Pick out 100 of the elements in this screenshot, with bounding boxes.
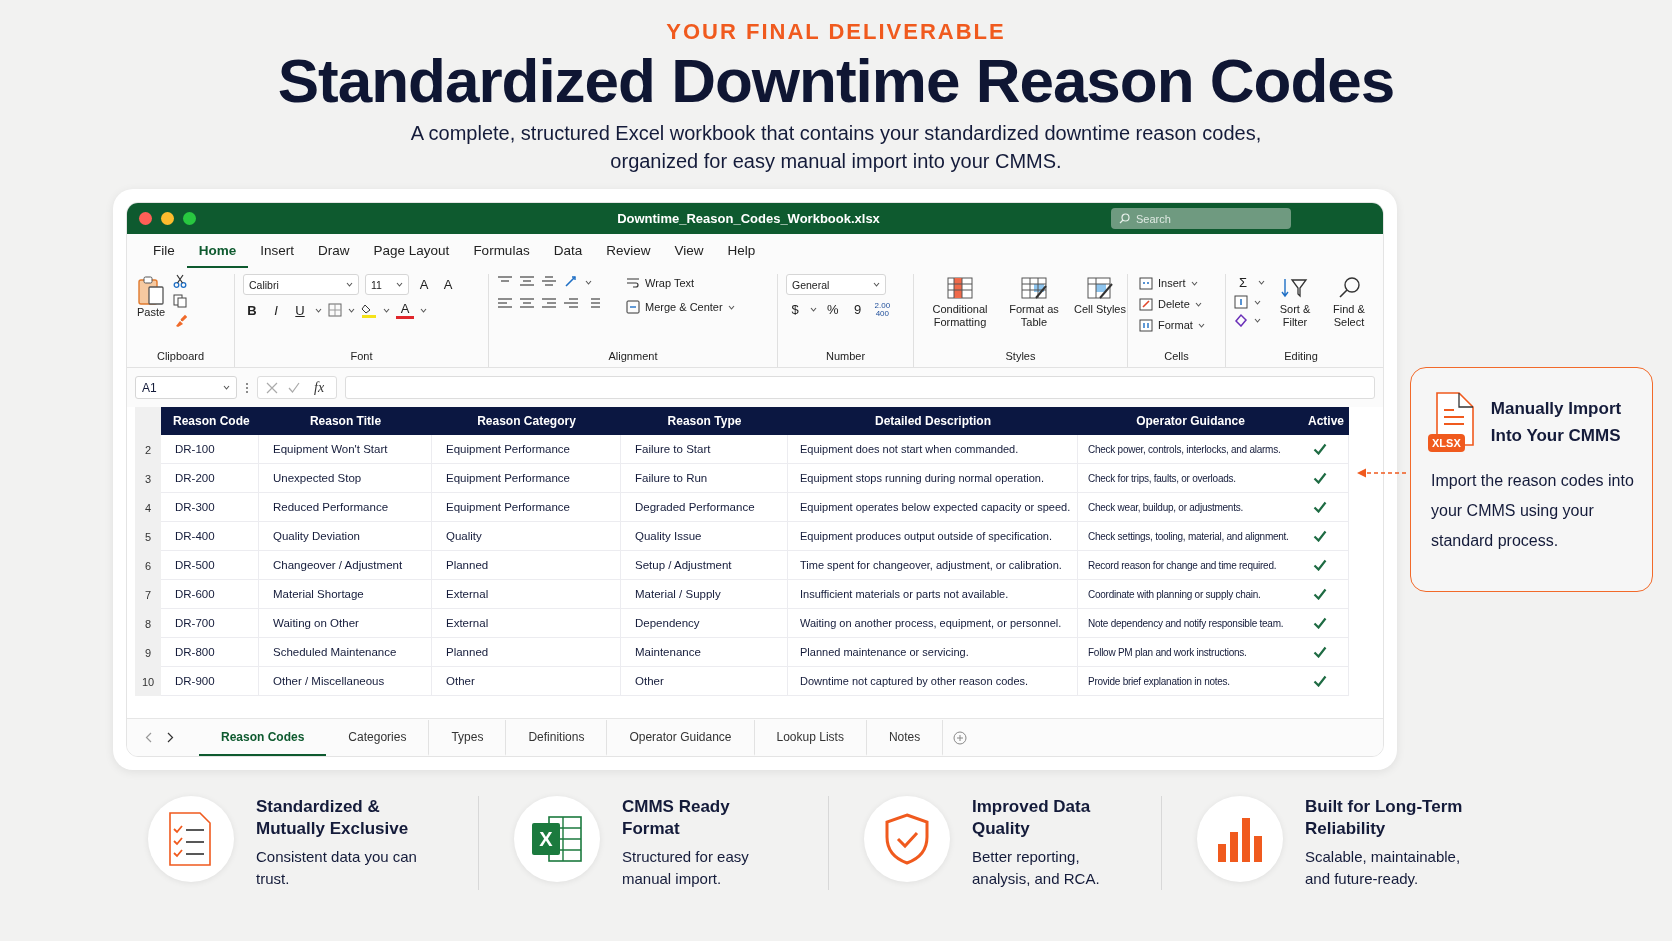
decimal-button[interactable]: 2.00 400 xyxy=(872,301,893,318)
autosum-button[interactable]: Σ xyxy=(1234,274,1252,291)
table-cell: DR-300 xyxy=(161,493,259,522)
table-cell: DR-600 xyxy=(161,580,259,609)
sheet-tab[interactable]: Categories xyxy=(326,719,430,756)
feature-text: Structured for easy manual import. xyxy=(622,847,750,889)
menu-tab[interactable]: Help xyxy=(715,243,768,268)
currency-button[interactable]: $ xyxy=(786,301,804,318)
wrap-icon xyxy=(626,276,640,290)
feature-title: CMMS Ready Format xyxy=(622,796,731,840)
scissors-icon[interactable] xyxy=(173,274,188,288)
grow-font-button[interactable]: A xyxy=(415,276,433,293)
menu-tab[interactable]: Draw xyxy=(306,243,362,268)
table-cell: DR-700 xyxy=(161,609,259,638)
caret-icon xyxy=(346,282,353,287)
number-format-dropdown[interactable]: General xyxy=(786,274,886,295)
table-cell: Degraded Performance xyxy=(621,493,788,522)
menu-tab[interactable]: Data xyxy=(541,243,595,268)
shrink-font-button[interactable]: A xyxy=(439,276,457,293)
merge-center-button[interactable]: Merge & Center xyxy=(623,298,738,316)
editing-button[interactable]: Find & Select xyxy=(1325,274,1373,331)
maximize-button[interactable] xyxy=(183,212,196,225)
style-button[interactable]: Conditional Formatting xyxy=(922,274,998,331)
font-color-button[interactable]: A xyxy=(396,301,414,319)
table-cell: Other / Miscellaneous xyxy=(259,667,432,696)
close-button[interactable] xyxy=(139,212,152,225)
borders-icon[interactable] xyxy=(328,303,342,317)
clipboard-icon xyxy=(137,276,166,306)
name-box[interactable]: A1 xyxy=(135,376,237,399)
table-cell: Maintenance xyxy=(621,638,788,667)
table-cell: Planned maintenance or servicing. xyxy=(788,638,1078,667)
sheet-tab[interactable]: Lookup Lists xyxy=(754,719,867,756)
sheet-tab[interactable]: Reason Codes xyxy=(199,719,327,756)
caret-icon xyxy=(727,304,735,310)
formula-field[interactable] xyxy=(345,376,1375,399)
format-cells-icon xyxy=(1139,318,1153,332)
feature-title: Improved Data Quality xyxy=(972,796,1092,840)
brush-icon[interactable] xyxy=(173,314,188,328)
caret-icon xyxy=(348,307,355,313)
percent-button[interactable]: % xyxy=(823,301,843,318)
cancel-icon[interactable] xyxy=(266,381,278,394)
menu-tab[interactable]: File xyxy=(141,243,187,268)
size-dropdown[interactable]: 11 xyxy=(365,274,409,295)
style-button[interactable]: Cell Styles xyxy=(1070,274,1130,318)
table-cell: Dependency xyxy=(621,609,788,638)
sheet-tab[interactable]: Definitions xyxy=(506,719,608,756)
italic-button[interactable]: I xyxy=(267,301,285,319)
row-number: 9 xyxy=(135,638,161,667)
bold-button[interactable]: B xyxy=(243,301,261,319)
menu-tab[interactable]: Formulas xyxy=(461,243,542,268)
table-cell: Equipment produces output outside of specification. xyxy=(788,522,1078,551)
row-number: 6 xyxy=(135,551,161,580)
merge-icon xyxy=(626,300,640,314)
menu-tab[interactable]: Review xyxy=(594,243,663,268)
menu-tab[interactable]: Page Layout xyxy=(361,243,462,268)
check-icon[interactable] xyxy=(288,381,300,394)
menu-tab[interactable]: Insert xyxy=(248,243,307,268)
table-cell: Quality Issue xyxy=(621,522,788,551)
cells-button[interactable]: Insert xyxy=(1136,274,1208,292)
style-button[interactable]: Format as Table xyxy=(1004,274,1064,331)
menu-tab[interactable]: View xyxy=(662,243,716,268)
chevron-right-icon[interactable] xyxy=(166,732,174,743)
column-header: Reason Title xyxy=(259,407,432,435)
cells-button[interactable]: Delete xyxy=(1136,295,1208,313)
function-button[interactable]: fx xyxy=(310,378,329,397)
fill-down-icon[interactable] xyxy=(1234,295,1248,309)
sheet-tab[interactable]: Notes xyxy=(866,719,944,756)
group-label: Styles xyxy=(1004,350,1037,364)
wrap-text-button[interactable]: Wrap Text xyxy=(623,274,738,292)
sheet-tab[interactable]: Operator Guidance xyxy=(607,719,755,756)
row-number: 7 xyxy=(135,580,161,609)
table-cell: Equipment operates below expected capacity or speed. xyxy=(788,493,1078,522)
add-sheet-icon[interactable] xyxy=(953,730,968,745)
table-cell: Check settings, tooling, material, and alignment. xyxy=(1078,522,1303,551)
paste-button[interactable]: Paste xyxy=(135,274,168,321)
table-cell: DR-100 xyxy=(161,435,259,464)
fill-color-icon[interactable] xyxy=(361,302,377,318)
table-cell: Provide brief explanation in notes. xyxy=(1078,667,1303,696)
font-dropdown[interactable]: Calibri xyxy=(243,274,359,295)
column-header: Reason Category xyxy=(432,407,621,435)
search-field[interactable]: Search xyxy=(1111,208,1291,229)
window-title: Downtime_Reason_Codes_Workbook.xlsx xyxy=(617,211,880,226)
minimize-button[interactable] xyxy=(161,212,174,225)
chevron-left-icon[interactable] xyxy=(144,732,152,743)
caret-icon xyxy=(873,282,880,287)
cells-button[interactable]: Format xyxy=(1136,316,1208,334)
shield-icon xyxy=(884,813,930,865)
table-cell: Equipment Performance xyxy=(432,493,621,522)
conditional-formatting-icon xyxy=(946,276,974,300)
row-number: 2 xyxy=(135,435,161,464)
editing-button[interactable]: Sort & Filter xyxy=(1271,274,1319,331)
search-icon xyxy=(1119,213,1130,224)
sheet-tab[interactable]: Types xyxy=(429,719,507,756)
copy-icon[interactable] xyxy=(173,294,188,308)
feature-title: Standardized & Mutually Exclusive xyxy=(256,796,410,840)
feature-text: Consistent data you can trust. xyxy=(256,847,418,889)
table-cell: Equipment Performance xyxy=(432,464,621,493)
underline-button[interactable]: U xyxy=(291,301,309,319)
comma-button[interactable]: 9 xyxy=(848,301,867,318)
eraser-icon[interactable] xyxy=(1234,313,1248,327)
